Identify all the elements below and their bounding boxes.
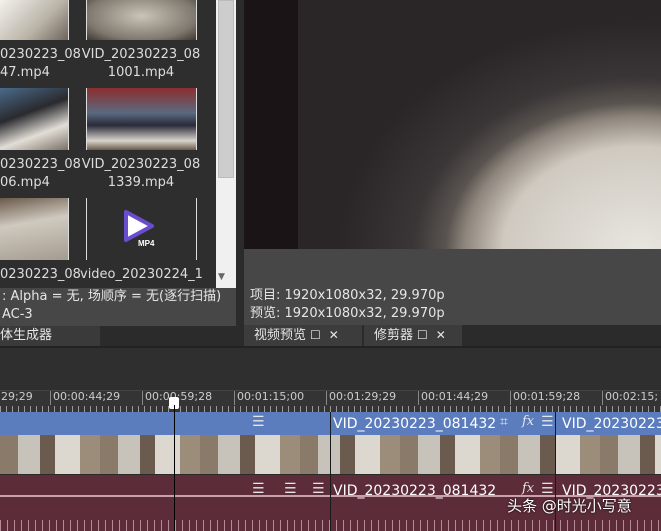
close-icon[interactable]: ✕: [436, 325, 446, 345]
ruler-label: 29;29: [1, 390, 33, 403]
media-name[interactable]: VID_20230223_08: [80, 46, 202, 63]
media-thumb[interactable]: [86, 0, 197, 40]
svg-text:MP4: MP4: [138, 239, 155, 248]
fx-icon[interactable]: fx: [522, 414, 534, 429]
ruler-label: 00:01:59;28: [510, 391, 580, 405]
clip-name: VID_20230223_081432: [333, 483, 497, 499]
properties-line: : Alpha = 无, 场顺序 = 无(逐行扫描): [2, 289, 222, 304]
media-name[interactable]: 1339.mp4: [80, 174, 202, 191]
preview-frame: [298, 0, 661, 249]
ruler-label: 00:01:15;00: [234, 391, 304, 405]
clip-name: VID_20230223_081432: [333, 416, 497, 432]
mp4-play-icon: MP4: [124, 210, 155, 248]
properties-panel: : Alpha = 无, 场顺序 = 无(逐行扫描) AC-3: [0, 288, 236, 326]
clip-name: VID_20230223_: [562, 416, 661, 432]
media-thumb[interactable]: [0, 88, 69, 150]
tab-generator[interactable]: 体生成器: [0, 326, 100, 346]
tab-label: 视频预览: [254, 328, 307, 343]
preview-format: 预览: 1920x1080x32, 29.970p: [250, 306, 445, 321]
close-icon[interactable]: ✕: [329, 325, 339, 345]
preview-info: 项目: 1920x1080x32, 29.970p 预览: 1920x1080x…: [244, 249, 661, 325]
media-thumb[interactable]: [0, 0, 69, 40]
timeline-header: [0, 346, 661, 390]
time-ruler[interactable]: 29;29 00:00:44;29 00:00:59;28 00:01:15;0…: [0, 390, 661, 412]
scrollbar-thumb[interactable]: [218, 0, 234, 178]
media-thumb[interactable]: MP4: [86, 198, 197, 260]
clip-boundary: [330, 412, 331, 531]
media-name[interactable]: 06.mp4: [0, 174, 72, 191]
tab-label: 修剪器: [374, 328, 414, 343]
media-name[interactable]: video_20230224_1: [80, 266, 203, 283]
ruler-label: 00:02:15;: [602, 391, 658, 405]
media-panel: 0230223_08 47.mp4 VID_20230223_08 1001.m…: [0, 0, 236, 290]
fx-icon[interactable]: fx: [522, 481, 534, 496]
ruler-label: 00:00:44;29: [50, 391, 120, 405]
media-name[interactable]: 1001.mp4: [80, 64, 202, 81]
tab-trimmer[interactable]: 修剪器 ☐ ✕: [364, 325, 462, 346]
media-name[interactable]: 47.mp4: [0, 64, 72, 81]
crop-icon[interactable]: ⌗: [500, 414, 508, 430]
project-format: 项目: 1920x1080x32, 29.970p: [250, 288, 445, 303]
media-name[interactable]: VID_20230223_08: [80, 156, 202, 173]
media-thumb[interactable]: [0, 198, 69, 260]
maximize-icon[interactable]: ☐: [310, 325, 321, 345]
video-preview: [244, 0, 661, 249]
menu-icon[interactable]: ☰: [252, 414, 265, 430]
properties-line: AC-3: [2, 307, 33, 322]
scroll-down-icon[interactable]: ▼: [218, 272, 225, 282]
ruler-label: 00:01:29;29: [326, 391, 396, 405]
watermark: 头条 @时光小写意: [507, 497, 632, 515]
media-name[interactable]: 0230223_08: [0, 46, 81, 63]
media-name[interactable]: 0230223_08: [0, 156, 81, 173]
tab-video-preview[interactable]: 视频预览 ☐ ✕: [244, 325, 362, 346]
menu-icon[interactable]: ☰: [541, 414, 554, 430]
playhead-line: [174, 405, 175, 531]
media-thumb[interactable]: [86, 88, 197, 150]
maximize-icon[interactable]: ☐: [417, 325, 428, 345]
ruler-label: 00:01:44;29: [418, 391, 488, 405]
media-name[interactable]: 0230223_08: [0, 266, 81, 283]
